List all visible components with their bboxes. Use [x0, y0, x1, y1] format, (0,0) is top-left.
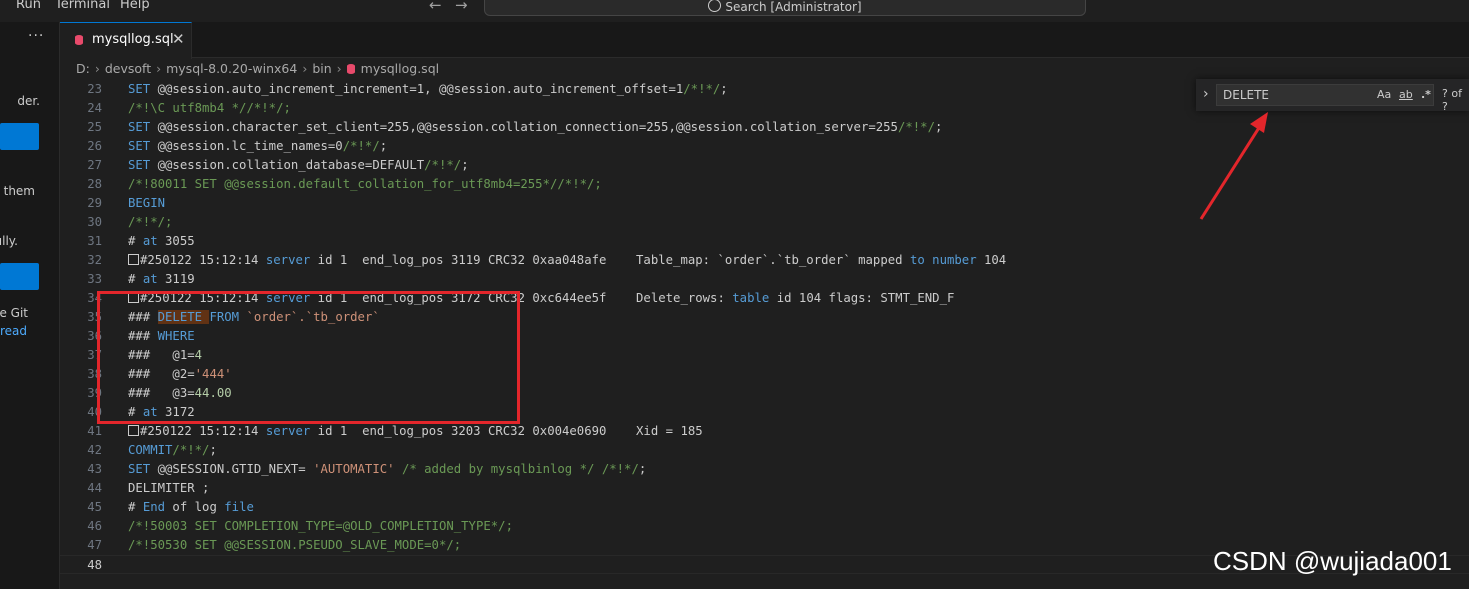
annotation-red-arrow: [1199, 112, 1268, 220]
watermark: CSDN @wujiada001: [1213, 546, 1452, 576]
